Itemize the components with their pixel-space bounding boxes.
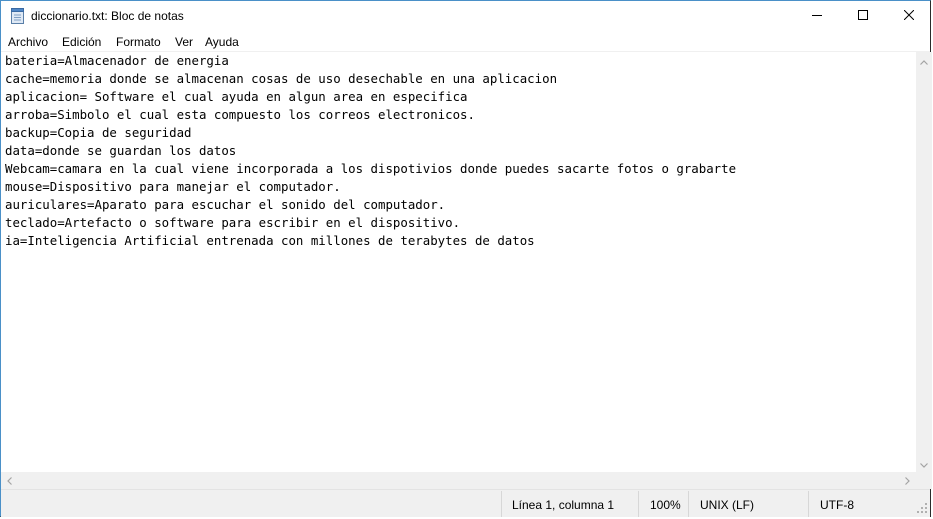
- scrollbar-corner: [916, 472, 932, 489]
- status-divider: [638, 491, 639, 517]
- maximize-icon: [858, 9, 868, 23]
- cursor-position: Línea 1, columna 1: [512, 498, 615, 512]
- minimize-icon: [812, 9, 822, 23]
- text-line: cache=memoria donde se almacenan cosas d…: [5, 71, 558, 86]
- chevron-left-icon: [7, 474, 12, 488]
- resize-grip-icon[interactable]: [916, 502, 928, 514]
- zoom-level: 100%: [650, 498, 681, 512]
- menu-ver[interactable]: Ver: [175, 35, 193, 49]
- scroll-right-button[interactable]: [899, 472, 916, 489]
- text-line: Webcam=camara en la cual viene incorpora…: [5, 161, 737, 176]
- text-line: arroba=Simbolo el cual esta compuesto lo…: [5, 107, 475, 122]
- menu-formato[interactable]: Formato: [116, 35, 161, 49]
- status-divider: [808, 491, 809, 517]
- text-line: backup=Copia de seguridad: [5, 125, 192, 140]
- text-line: auriculares=Aparato para escuchar el son…: [5, 197, 446, 212]
- close-button[interactable]: [886, 1, 932, 31]
- scroll-up-button[interactable]: [916, 52, 932, 69]
- status-divider: [501, 491, 502, 517]
- close-icon: [903, 9, 915, 23]
- text-line: mouse=Dispositivo para manejar el comput…: [5, 179, 341, 194]
- chevron-right-icon: [905, 474, 910, 488]
- text-line: aplicacion= Software el cual ayuda en al…: [5, 89, 468, 104]
- text-line: ia=Inteligencia Artificial entrenada con…: [5, 233, 535, 248]
- encoding: UTF-8: [820, 498, 854, 512]
- chevron-down-icon: [920, 457, 928, 471]
- chevron-up-icon: [920, 54, 928, 68]
- notepad-icon: [10, 8, 25, 24]
- text-line: data=donde se guardan los datos: [5, 143, 237, 158]
- scroll-left-button[interactable]: [1, 472, 18, 489]
- menu-bar: Archivo Edición Formato Ver Ayuda: [1, 31, 930, 52]
- window-title: diccionario.txt: Bloc de notas: [31, 9, 184, 23]
- title-bar[interactable]: diccionario.txt: Bloc de notas: [1, 1, 930, 31]
- line-ending: UNIX (LF): [700, 498, 754, 512]
- horizontal-scrollbar[interactable]: [1, 472, 916, 489]
- vertical-scrollbar[interactable]: [916, 52, 932, 472]
- menu-edicion[interactable]: Edición: [62, 35, 101, 49]
- notepad-window: diccionario.txt: Bloc de notas Archivo E…: [0, 0, 932, 517]
- scroll-down-button[interactable]: [916, 455, 932, 472]
- minimize-button[interactable]: [794, 1, 840, 31]
- text-line: teclado=Artefacto o software para escrib…: [5, 215, 461, 230]
- status-divider: [688, 491, 689, 517]
- text-editor[interactable]: bateria=Almacenador de energia cache=mem…: [1, 52, 916, 472]
- maximize-button[interactable]: [840, 1, 886, 31]
- menu-ayuda[interactable]: Ayuda: [205, 35, 239, 49]
- status-bar: Línea 1, columna 1 100% UNIX (LF) UTF-8: [1, 489, 930, 517]
- menu-archivo[interactable]: Archivo: [8, 35, 48, 49]
- text-line: bateria=Almacenador de energia: [5, 53, 229, 68]
